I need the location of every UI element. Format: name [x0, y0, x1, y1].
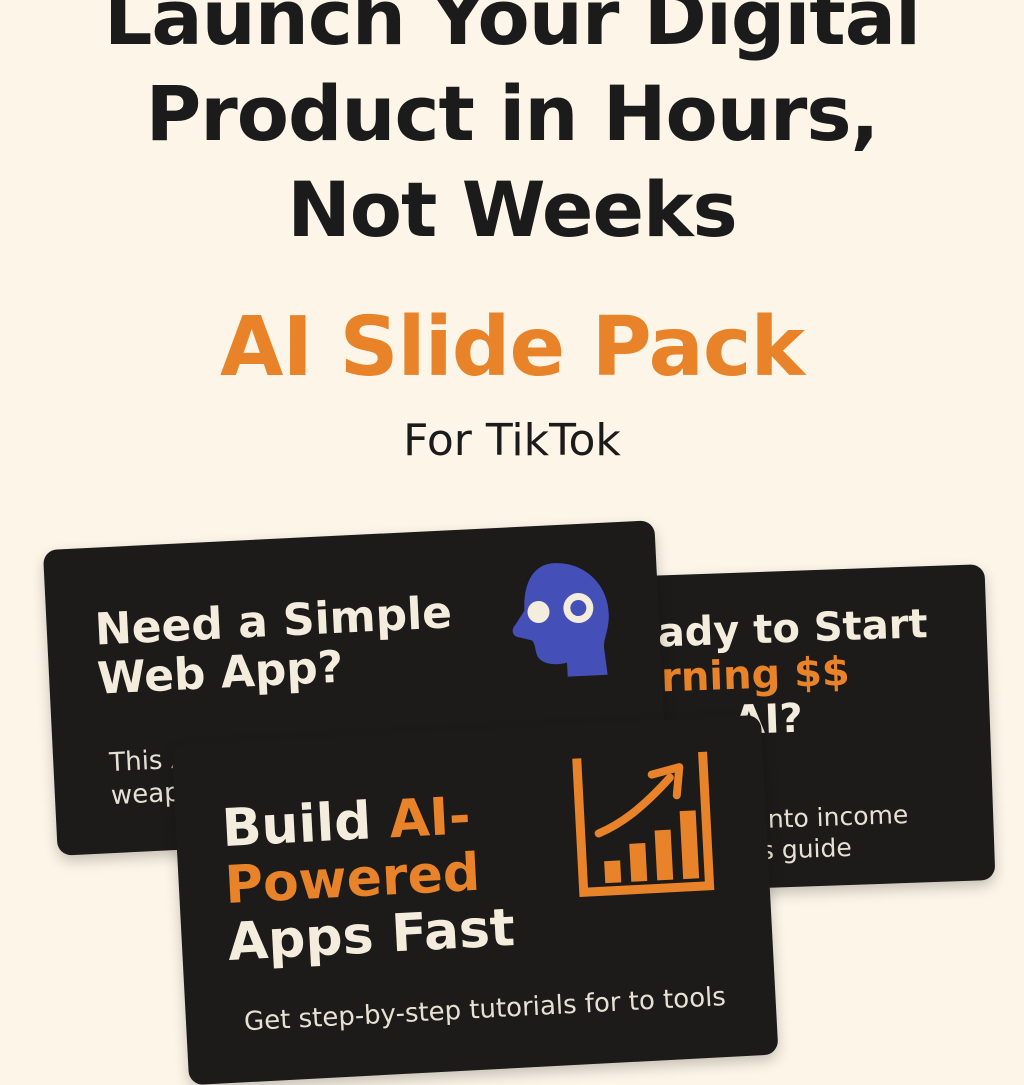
ai-head-icon: [512, 563, 609, 677]
headline-line: Launch Your Digital: [103, 0, 921, 62]
growth-chart-icon: [572, 751, 715, 898]
card-title-line: AI?: [732, 695, 804, 744]
headline-line: Product in Hours,: [145, 69, 880, 158]
card-title: Build AI- Powered Apps Fast: [220, 786, 517, 974]
card-title-accent: AI-: [387, 786, 473, 851]
card-title-line: Apps Fast: [226, 898, 517, 974]
product-title: AI Slide Pack: [219, 300, 805, 395]
headline-line: Not Weeks: [287, 165, 738, 254]
slide-card-build-apps: Build AI- Powered Apps Fast Get step-by-…: [171, 714, 779, 1085]
card-body: Get step-by-step tutorials for to tools: [243, 982, 727, 1038]
product-subtitle: For TikTok: [403, 415, 621, 466]
card-title: Need a Simple Web App?: [94, 587, 456, 705]
headline: Launch Your Digital Product in Hours, No…: [0, 0, 1024, 258]
